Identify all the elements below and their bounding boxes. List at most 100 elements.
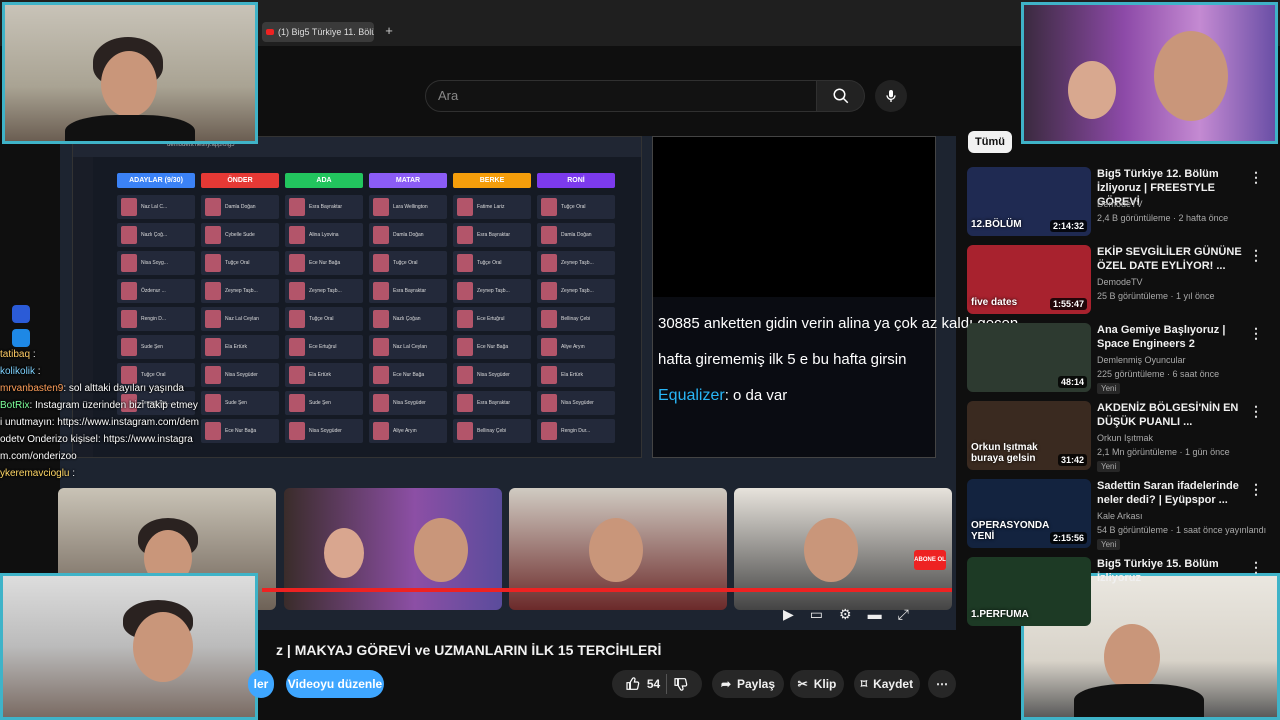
fullscreen-icon[interactable]: ⤢ bbox=[898, 606, 909, 623]
board-cell[interactable]: Tuğçe Oral bbox=[369, 251, 447, 275]
board-cell[interactable]: Sude Şen bbox=[285, 391, 363, 415]
board-cell[interactable]: Ela Ertürk bbox=[537, 363, 615, 387]
board-cell[interactable]: Zeynep Taşb... bbox=[537, 251, 615, 275]
save-button[interactable]: ⌑ Kaydet bbox=[854, 670, 920, 698]
board-cell[interactable]: Esra Bayraktar bbox=[285, 195, 363, 219]
video-title-link[interactable]: Sadettin Saran ifadelerinde neler dedi? … bbox=[1097, 479, 1257, 507]
subscribe-badge[interactable]: ABONE OL bbox=[914, 550, 946, 570]
more-vertical-icon[interactable]: ⋮ bbox=[1249, 169, 1263, 186]
more-vertical-icon[interactable]: ⋮ bbox=[1249, 247, 1263, 264]
board-cell[interactable]: Naz Lal C... bbox=[117, 195, 195, 219]
share-button[interactable]: ➦ Paylaş bbox=[712, 670, 784, 698]
board-cell[interactable]: Özdenur ... bbox=[117, 279, 195, 303]
board-cell[interactable]: Bellinay Çebi bbox=[537, 307, 615, 331]
board-cell[interactable]: Rengin Dur... bbox=[537, 419, 615, 443]
clip-button[interactable]: ✂ Klip bbox=[790, 670, 844, 698]
settings-gear-icon[interactable]: ⚙ bbox=[839, 606, 852, 623]
subtitles-icon[interactable]: ▭ bbox=[810, 606, 823, 623]
board-cell[interactable]: Esra Bayraktar bbox=[453, 223, 531, 247]
board-cell[interactable]: Cybelle Sude bbox=[201, 223, 279, 247]
board-cell[interactable]: Tuğçe Oral bbox=[537, 195, 615, 219]
video-progress-bar[interactable] bbox=[262, 588, 952, 592]
channel-name[interactable]: Demlenmiş Oyuncular bbox=[1097, 355, 1186, 365]
thumbnail-text: five dates bbox=[971, 297, 1018, 308]
board-cell[interactable]: Nisa Soygüder bbox=[285, 419, 363, 443]
app-icon[interactable] bbox=[12, 305, 30, 323]
more-actions-button[interactable]: ⋯ bbox=[928, 670, 956, 698]
video-thumbnail[interactable]: five dates 1:55:47 bbox=[967, 245, 1091, 314]
autoplay-toggle-icon[interactable]: ▶ bbox=[783, 606, 794, 623]
board-cell[interactable]: Damla Doğan bbox=[369, 223, 447, 247]
board-cell[interactable]: Naz Lal Ceylan bbox=[369, 335, 447, 359]
recommendation-item[interactable]: 12.BÖLÜM 2:14:32 Big5 Türkiye 12. Bölüm İz… bbox=[967, 167, 1275, 239]
board-cell[interactable]: Zeynep Taşb... bbox=[453, 279, 531, 303]
board-cell[interactable]: Tuğçe Oral bbox=[453, 251, 531, 275]
board-cell[interactable]: Nazlı Çoğan bbox=[369, 307, 447, 331]
board-cell[interactable]: Aliye Aryın bbox=[537, 335, 615, 359]
board-cell[interactable]: Ece Nur Bağa bbox=[453, 335, 531, 359]
channel-name[interactable]: Orkun Işıtmak bbox=[1097, 433, 1153, 443]
board-cell[interactable]: Nisa Soygüder bbox=[453, 363, 531, 387]
board-cell[interactable]: Ece Ertuğrul bbox=[285, 335, 363, 359]
search-button[interactable] bbox=[817, 80, 865, 112]
voice-search-button[interactable] bbox=[875, 80, 907, 112]
thumbs-down-icon[interactable] bbox=[673, 676, 689, 692]
recommendation-item[interactable]: five dates 1:55:47 EKİP SEVGİLİLER GÜNÜNE … bbox=[967, 245, 1275, 317]
like-count: 54 bbox=[646, 677, 661, 691]
recommendation-item[interactable]: 1.PERFUMA Big5 Türkiye 15. Bölüm İzliyoru… bbox=[967, 557, 1275, 629]
board-cell[interactable]: Damla Doğan bbox=[537, 223, 615, 247]
board-cell[interactable]: Alina Lyovina bbox=[285, 223, 363, 247]
video-title-link[interactable]: Big5 Türkiye 15. Bölüm İzliyoruz bbox=[1097, 557, 1257, 585]
chat-text: : sol alttaki dayıları yaşında bbox=[63, 383, 184, 394]
board-cell[interactable]: Ela Ertürk bbox=[285, 363, 363, 387]
edit-video-button[interactable]: Videoyu düzenle bbox=[286, 670, 384, 698]
board-cell[interactable]: Fatime Lariz bbox=[453, 195, 531, 219]
board-cell[interactable]: Zeynep Taşb... bbox=[201, 279, 279, 303]
board-cell[interactable]: Zeynep Taşb... bbox=[537, 279, 615, 303]
board-cell[interactable]: Nisa Soyg... bbox=[117, 251, 195, 275]
video-thumbnail[interactable]: Orkun Işıtmak buraya gelsin 31:42 bbox=[967, 401, 1091, 470]
board-cell[interactable]: Nisa Soygüder bbox=[537, 391, 615, 415]
board-cell[interactable]: Nisa Soygüder bbox=[369, 391, 447, 415]
browser-tab[interactable]: (1) Big5 Türkiye 11. Bölüm bbox=[262, 22, 374, 42]
video-thumbnail[interactable]: OPERASYONDA YENİ 2:15:56 bbox=[967, 479, 1091, 548]
search-input[interactable]: Ara bbox=[425, 80, 817, 112]
like-button[interactable]: 54 bbox=[625, 676, 660, 692]
board-cell[interactable]: Rengin D... bbox=[117, 307, 195, 331]
board-cell[interactable]: Zeynep Taşb... bbox=[285, 279, 363, 303]
more-vertical-icon[interactable]: ⋮ bbox=[1249, 403, 1263, 420]
recommendation-item[interactable]: OPERASYONDA YENİ 2:15:56 Sadettin Saran if… bbox=[967, 479, 1275, 551]
board-cell[interactable]: Lara Wellington bbox=[369, 195, 447, 219]
board-cell[interactable]: Ece Nur Bağa bbox=[285, 251, 363, 275]
recommendation-item[interactable]: Orkun Işıtmak buraya gelsin 31:42 AKDENİZ … bbox=[967, 401, 1275, 473]
channel-name[interactable]: Kale Arkası bbox=[1097, 511, 1143, 521]
video-thumbnail[interactable]: 48:14 bbox=[967, 323, 1091, 392]
board-cell[interactable]: Esra Bayraktar bbox=[453, 391, 531, 415]
recommendation-item[interactable]: 48:14 Ana Gemiye Başlıyoruz | Space Engin… bbox=[967, 323, 1275, 395]
board-cell[interactable]: Naz Lal Ceylan bbox=[201, 307, 279, 331]
filter-chip-all[interactable]: Tümü bbox=[968, 131, 1012, 153]
board-cell[interactable]: Ece Ertuğrul bbox=[453, 307, 531, 331]
app-icon[interactable] bbox=[12, 329, 30, 347]
video-thumbnail[interactable]: 12.BÖLÜM 2:14:32 bbox=[967, 167, 1091, 236]
board-cell[interactable]: Esra Bayraktar bbox=[369, 279, 447, 303]
board-cell[interactable]: Nazlı Çoğ... bbox=[117, 223, 195, 247]
channel-name[interactable]: DemodeTV bbox=[1097, 277, 1143, 287]
video-title-link[interactable]: Ana Gemiye Başlıyoruz | Space Engineers … bbox=[1097, 323, 1257, 351]
channel-name[interactable]: DemodeTV bbox=[1097, 199, 1143, 209]
board-cell[interactable]: Damla Doğan bbox=[201, 195, 279, 219]
video-thumbnail[interactable]: 1.PERFUMA bbox=[967, 557, 1091, 626]
board-cell[interactable]: Aliye Aryın bbox=[369, 419, 447, 443]
board-cell[interactable]: Ece Nur Bağa bbox=[369, 363, 447, 387]
more-vertical-icon[interactable]: ⋮ bbox=[1249, 481, 1263, 498]
video-title-link[interactable]: AKDENİZ BÖLGESİ'NİN EN DÜŞÜK PUANLI ... bbox=[1097, 401, 1257, 429]
more-vertical-icon[interactable]: ⋮ bbox=[1249, 559, 1263, 576]
studio-button[interactable]: ler bbox=[248, 670, 274, 698]
new-tab-button[interactable]: + bbox=[382, 24, 396, 38]
theater-mode-icon[interactable]: ▬ bbox=[868, 606, 882, 622]
board-cell[interactable]: Bellinay Çebi bbox=[453, 419, 531, 443]
board-cell[interactable]: Tuğçe Oral bbox=[285, 307, 363, 331]
board-cell[interactable]: Tuğçe Oral bbox=[201, 251, 279, 275]
more-vertical-icon[interactable]: ⋮ bbox=[1249, 325, 1263, 342]
video-title-link[interactable]: EKİP SEVGİLİLER GÜNÜNE ÖZEL DATE EYLİYOR… bbox=[1097, 245, 1257, 273]
